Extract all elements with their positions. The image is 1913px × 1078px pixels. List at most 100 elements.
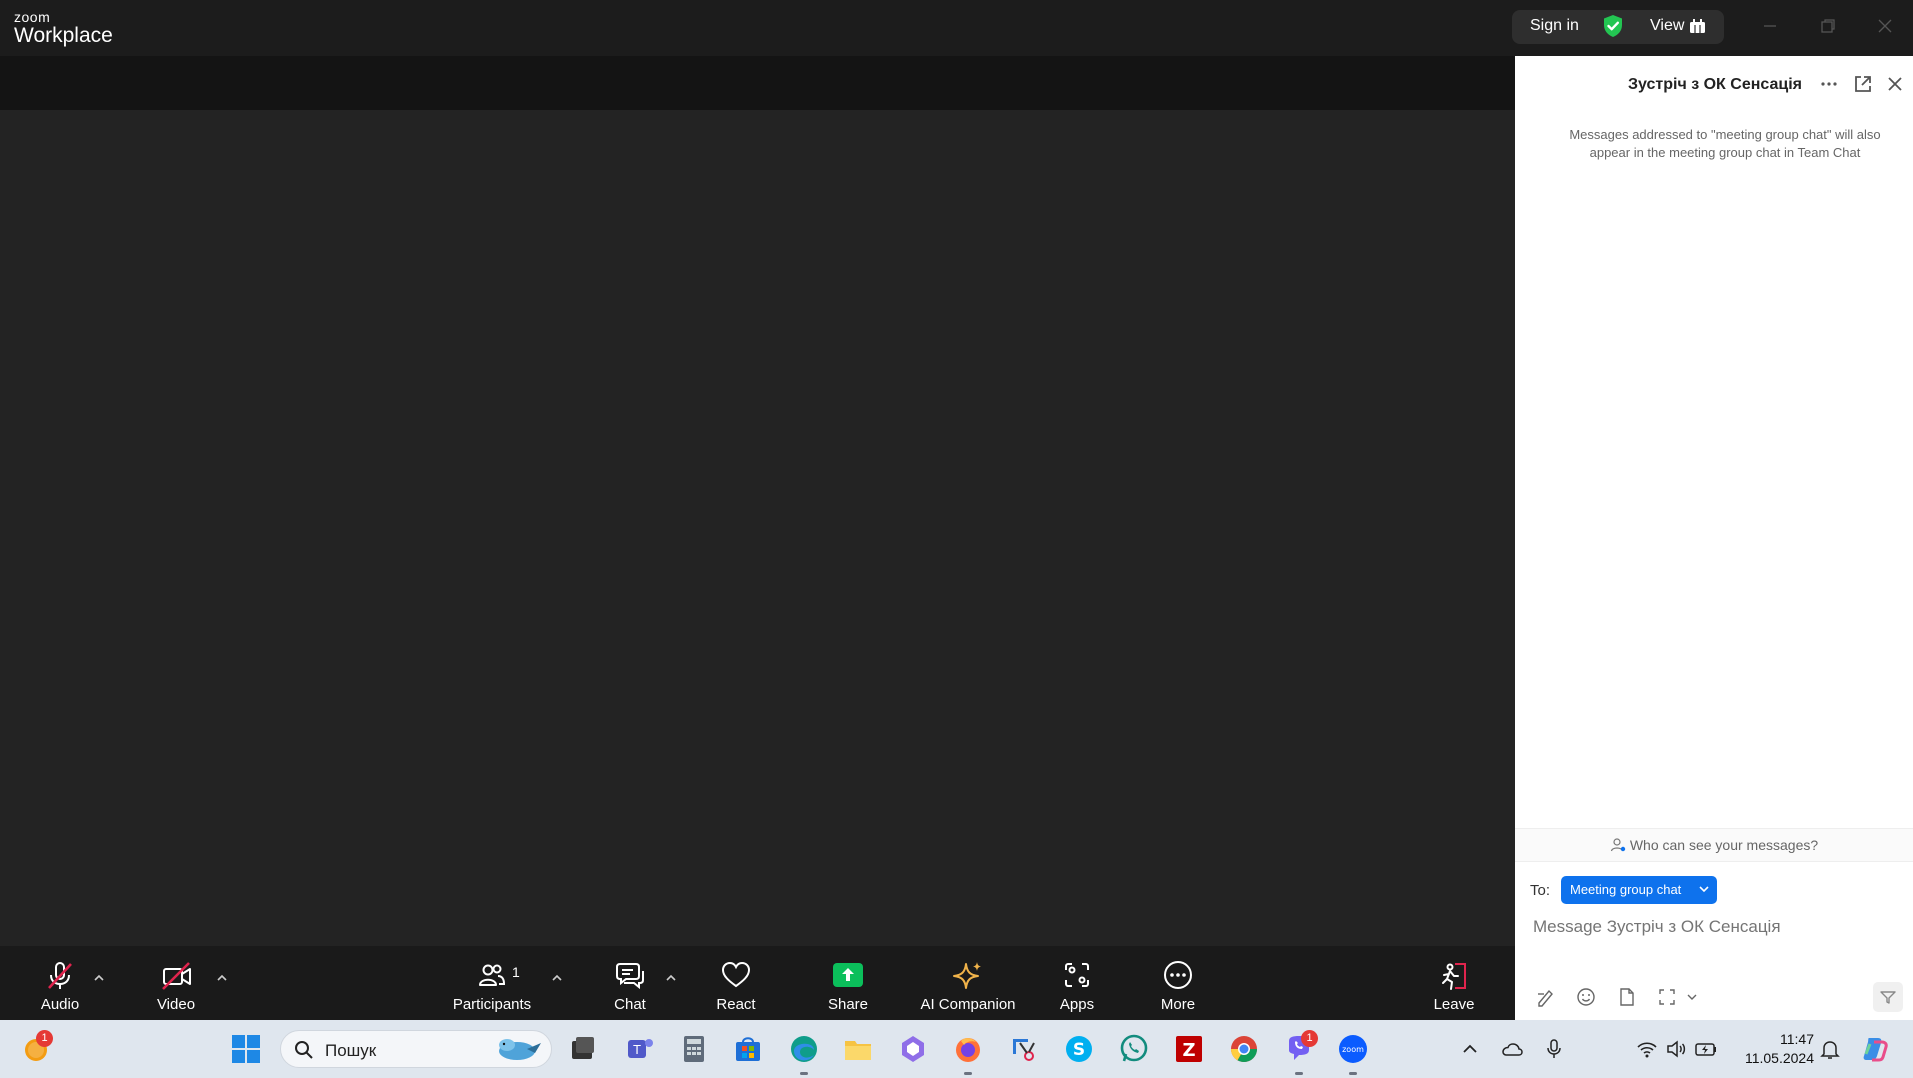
clock-date: 11.05.2024 (1744, 1050, 1814, 1066)
whatsapp-icon[interactable] (1118, 1033, 1150, 1065)
zoom-meeting-window: zoom Workplace Sign in View Зустріч з ОК… (0, 0, 1913, 1020)
onedrive-cloud-icon[interactable] (1500, 1037, 1524, 1061)
encryption-shield-icon[interactable] (1602, 14, 1624, 38)
notification-bell-icon[interactable] (1818, 1037, 1842, 1061)
search-placeholder: Пошук (325, 1041, 377, 1060)
svg-text:Z: Z (1182, 1040, 1195, 1061)
share-label: Share (827, 996, 869, 1013)
firefox-icon[interactable] (952, 1033, 984, 1065)
task-view-icon[interactable] (566, 1033, 598, 1065)
copilot-app-icon[interactable] (897, 1033, 929, 1065)
windows-start-icon[interactable] (230, 1033, 262, 1065)
participants-label: Participants (452, 996, 532, 1013)
zoom-logo: zoom Workplace (14, 10, 113, 48)
more-options-icon[interactable] (1817, 72, 1841, 96)
share-button[interactable]: Share (818, 946, 878, 1020)
meeting-top-band (0, 56, 1515, 110)
chat-button[interactable]: Chat (600, 946, 660, 1020)
participants-icon (479, 964, 506, 986)
view-button[interactable]: View (1650, 17, 1684, 35)
restore-window-icon[interactable] (1816, 14, 1840, 38)
chevron-down-icon (1699, 886, 1709, 893)
close-chat-icon[interactable] (1883, 72, 1907, 96)
recipient-dropdown[interactable]: Meeting group chat (1561, 876, 1717, 904)
taskbar-search[interactable]: Пошук (280, 1030, 552, 1068)
show-hidden-icons-chevron-icon[interactable] (1458, 1037, 1482, 1061)
grid-view-icon (1690, 19, 1705, 33)
volume-icon[interactable] (1664, 1037, 1688, 1061)
chat-info-note: Messages addressed to "meeting group cha… (1569, 127, 1881, 160)
ai-sparkle-icon (953, 962, 981, 989)
snipping-tool-icon[interactable] (1008, 1033, 1040, 1065)
participants-count: 1 (512, 964, 520, 980)
screenshot-options-chevron-icon[interactable] (1681, 986, 1703, 1008)
filezilla-icon[interactable]: Z (1173, 1033, 1205, 1065)
title-bar: zoom Workplace Sign in View (0, 0, 1913, 56)
who-can-see-link[interactable]: Who can see your messages? (1515, 828, 1913, 862)
apps-button[interactable]: Apps (1047, 946, 1107, 1020)
sign-in-button[interactable]: Sign in (1530, 17, 1579, 35)
video-options-chevron-icon[interactable] (216, 972, 228, 984)
clock-time: 11:47 (1780, 1031, 1814, 1047)
svg-text:S: S (1073, 1040, 1085, 1060)
react-label: React (716, 996, 756, 1013)
microsoft-store-icon[interactable] (732, 1033, 764, 1065)
audio-button[interactable]: Audio (20, 946, 100, 1020)
emoji-icon[interactable] (1575, 986, 1597, 1008)
apps-grid-icon (1065, 963, 1089, 987)
recipient-label: Meeting group chat (1570, 882, 1682, 897)
svg-text:zoom: zoom (1342, 1045, 1364, 1054)
taskbar-clock[interactable]: 11:47 11.05.2024 (1734, 1030, 1814, 1068)
more-button[interactable]: More (1148, 946, 1208, 1020)
pop-out-icon[interactable] (1851, 72, 1875, 96)
file-icon[interactable] (1616, 986, 1638, 1008)
chat-options-chevron-icon[interactable] (665, 972, 677, 984)
chat-bubble-icon (616, 963, 644, 990)
skype-icon[interactable]: S (1063, 1033, 1095, 1065)
person-visibility-icon (1610, 838, 1626, 852)
message-input[interactable] (1533, 912, 1893, 942)
ai-companion-label: AI Companion (920, 996, 1016, 1013)
zoom-taskbar-icon[interactable]: zoom (1337, 1033, 1369, 1065)
participants-options-chevron-icon[interactable] (551, 972, 563, 984)
screenshot-icon[interactable] (1656, 986, 1678, 1008)
muted-microphone-icon (48, 962, 72, 989)
audio-options-chevron-icon[interactable] (93, 972, 105, 984)
minimize-window-icon[interactable] (1758, 14, 1782, 38)
microphone-in-use-icon[interactable] (1542, 1037, 1566, 1061)
chat-label: Chat (614, 996, 646, 1013)
windows-taskbar: 1 Пошук T S Z 1 zoom 11:47 11.05.2024 (0, 1020, 1913, 1078)
leave-button[interactable]: Leave (1424, 946, 1484, 1020)
zoom-running-indicator (1349, 1072, 1357, 1075)
meeting-toolbar: Audio Video 1 Participants Chat React Sh… (0, 946, 1515, 1020)
format-text-icon[interactable] (1535, 986, 1557, 1008)
close-window-icon[interactable] (1873, 14, 1897, 38)
logo-workplace-text: Workplace (14, 24, 113, 47)
chrome-icon[interactable] (1228, 1033, 1260, 1065)
send-button[interactable] (1873, 982, 1903, 1012)
more-label: More (1160, 996, 1196, 1013)
wifi-icon[interactable] (1635, 1037, 1659, 1061)
leave-door-icon (1442, 963, 1466, 990)
calculator-icon[interactable] (678, 1033, 710, 1065)
apps-label: Apps (1059, 996, 1095, 1013)
video-off-icon (162, 962, 191, 990)
edge-browser-icon[interactable] (788, 1033, 820, 1065)
participants-button[interactable]: 1 Participants (442, 946, 542, 1020)
file-explorer-icon[interactable] (842, 1033, 874, 1065)
ai-companion-button[interactable]: AI Companion (912, 946, 1024, 1020)
teams-icon[interactable]: T (624, 1033, 656, 1065)
heart-icon (721, 961, 751, 988)
video-button[interactable]: Video (136, 946, 216, 1020)
react-button[interactable]: React (706, 946, 766, 1020)
edge-running-indicator (800, 1072, 808, 1075)
widget-notification-badge: 1 (36, 1030, 53, 1047)
audio-label: Audio (40, 996, 80, 1013)
viber-running-indicator (1295, 1072, 1303, 1075)
to-label: To: (1530, 882, 1551, 899)
firefox-running-indicator (964, 1072, 972, 1075)
battery-charging-icon[interactable] (1694, 1037, 1718, 1061)
video-stage (0, 110, 1515, 946)
copilot-icon[interactable] (1860, 1034, 1890, 1064)
share-screen-icon (833, 963, 863, 987)
